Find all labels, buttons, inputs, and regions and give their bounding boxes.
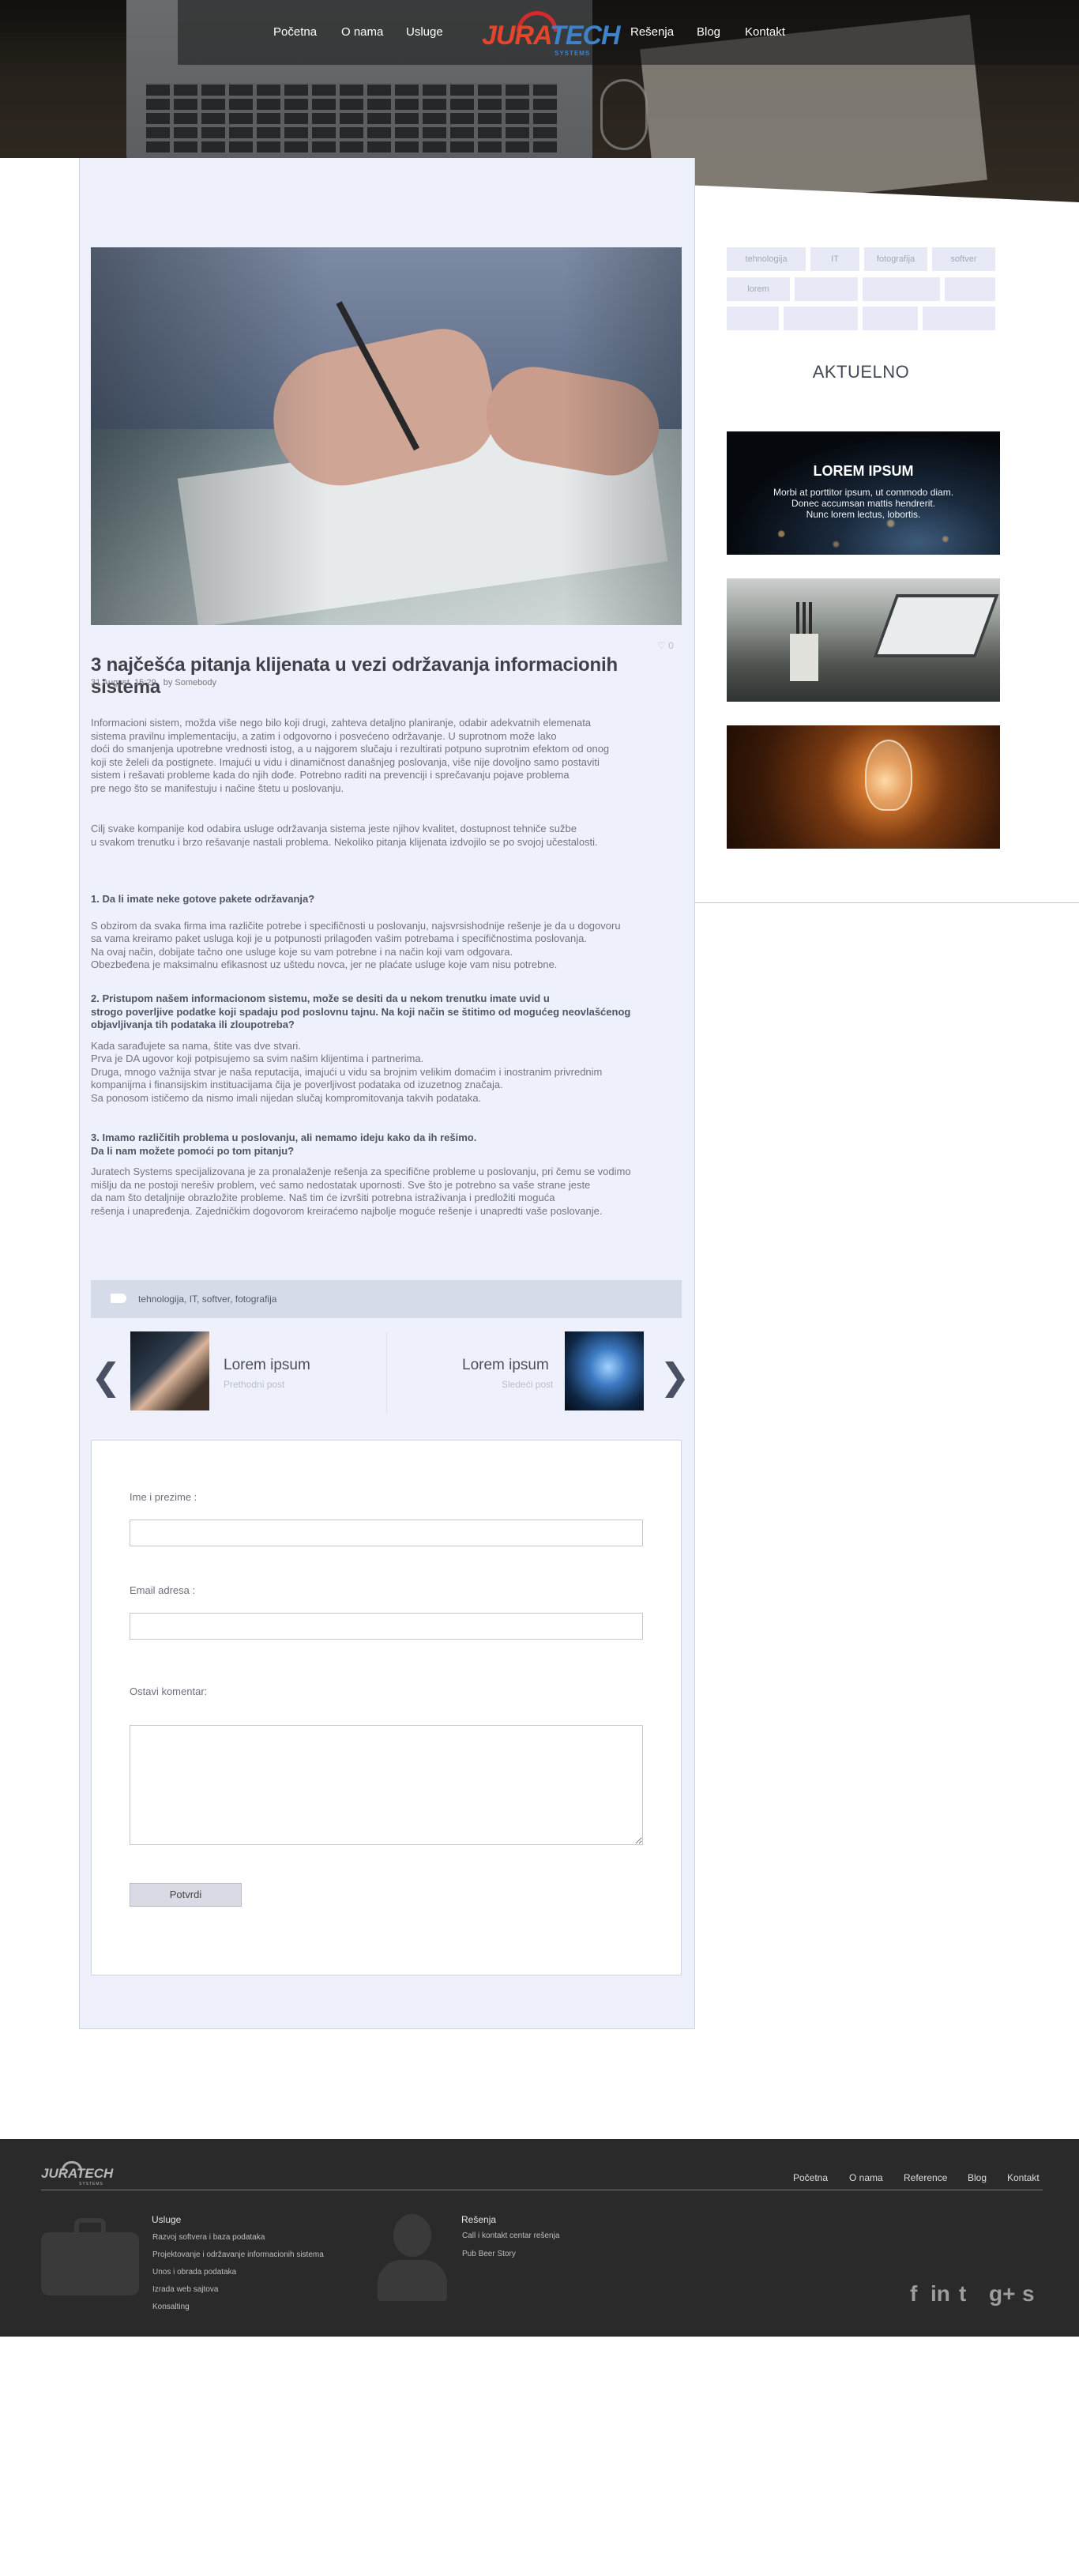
- sidebar-tag[interactable]: softver: [932, 247, 995, 271]
- featured-card-title: LOREM IPSUM: [813, 463, 914, 479]
- footer-nav-pocetna[interactable]: Početna: [793, 2172, 828, 2183]
- comment-count: ♡ 0: [657, 640, 674, 651]
- name-label: Ime i prezime :: [130, 1491, 197, 1503]
- question-2: 2. Pristupom našem informacionom sistemu…: [91, 992, 707, 1105]
- sidebar-tag[interactable]: [923, 307, 995, 330]
- briefcase-icon: [41, 2218, 139, 2297]
- site-footer: JURATECH SYSTEMS Početna O nama Referenc…: [0, 2139, 1079, 2337]
- tag-icon: [111, 1294, 126, 1303]
- sidebar-tag[interactable]: [727, 307, 779, 330]
- next-arrow-icon[interactable]: ❯: [660, 1355, 690, 1398]
- next-post-thumbnail[interactable]: [565, 1331, 644, 1410]
- sidebar-divider: [695, 902, 1079, 903]
- next-post-label: Sledeći post: [502, 1379, 554, 1390]
- next-post-title[interactable]: Lorem ipsum: [462, 1357, 549, 1374]
- post-intro: Informacioni sistem, možda više nego bil…: [91, 717, 610, 794]
- nav-blog[interactable]: Blog: [697, 25, 720, 39]
- footer-logo[interactable]: JURATECH SYSTEMS: [41, 2161, 113, 2186]
- sidebar-tag[interactable]: [784, 307, 858, 330]
- question-2-heading: 2. Pristupom našem informacionom sistemu…: [91, 992, 631, 1030]
- post-date: 31 August, 15:29: [91, 678, 156, 687]
- email-label: Email adresa :: [130, 1584, 196, 1596]
- footer-link[interactable]: Pub Beer Story: [462, 2250, 516, 2258]
- facebook-icon[interactable]: f: [910, 2281, 917, 2307]
- logo-tagline: SYSTEMS: [555, 50, 591, 57]
- notebook-image: [873, 594, 999, 657]
- prev-arrow-icon[interactable]: ❮: [91, 1355, 122, 1398]
- question-1-heading: 1. Da li imate neke gotove pakete održav…: [91, 893, 315, 905]
- logo-wordmark: JURATECH: [482, 21, 621, 51]
- sidebar-tag[interactable]: IT: [810, 247, 859, 271]
- post-nav-divider: [386, 1331, 387, 1414]
- lightbulb-image: [865, 740, 912, 811]
- post-tags[interactable]: tehnologija, IT, softver, fotografija: [138, 1294, 276, 1305]
- footer-nav-reference[interactable]: Reference: [904, 2172, 947, 2183]
- post-meta: 31 August, 15:29 by Somebody: [91, 678, 216, 687]
- name-input[interactable]: [130, 1520, 643, 1546]
- sidebar-tag[interactable]: fotografija: [864, 247, 927, 271]
- nav-usluge[interactable]: Usluge: [406, 25, 443, 39]
- footer-link[interactable]: Izrada web sajtova: [152, 2285, 218, 2294]
- question-3: 3. Imamo različitih problema u poslovanj…: [91, 1132, 707, 1218]
- post-tags-bar: tehnologija, IT, softver, fotografija: [91, 1280, 682, 1318]
- prev-post-label: Prethodni post: [224, 1379, 285, 1390]
- nav-o-nama[interactable]: O nama: [341, 25, 383, 39]
- nav-resenja[interactable]: Rešenja: [630, 25, 674, 39]
- email-input[interactable]: [130, 1613, 643, 1640]
- footer-nav-blog[interactable]: Blog: [968, 2172, 987, 2183]
- sidebar-tag[interactable]: tehnologija: [727, 247, 806, 271]
- footer-link[interactable]: Razvoj softvera i baza podataka: [152, 2233, 265, 2242]
- comment-textarea[interactable]: [130, 1725, 643, 1845]
- post-navigation: ❮ Lorem ipsum Prethodni post Lorem ipsum…: [91, 1324, 690, 1422]
- sidebar-tag[interactable]: lorem: [727, 277, 790, 301]
- sidebar-tag[interactable]: [863, 277, 940, 301]
- footer-link[interactable]: Projektovanje i održavanje informacionih…: [152, 2250, 324, 2259]
- footer-link[interactable]: Unos i obrada podataka: [152, 2268, 236, 2277]
- aktuelno-heading: AKTUELNO: [812, 362, 910, 382]
- sidebar-tag[interactable]: [863, 307, 918, 330]
- prev-post-thumbnail[interactable]: [130, 1331, 209, 1410]
- nav-pocetna[interactable]: Početna: [273, 25, 317, 39]
- news-card-desk[interactable]: [727, 578, 1000, 702]
- site-logo[interactable]: JURATECH SYSTEMS: [482, 8, 621, 57]
- pen-cup-image: [790, 634, 818, 681]
- person-icon: [378, 2214, 447, 2301]
- question-3-heading: 3. Imamo različitih problema u poslovanj…: [91, 1132, 477, 1157]
- skype-icon[interactable]: s: [1022, 2281, 1035, 2307]
- pens-image: [796, 602, 814, 638]
- linkedin-icon[interactable]: in: [930, 2281, 950, 2307]
- page: Početna O nama Usluge JURATECH SYSTEMS R…: [0, 0, 1079, 2576]
- prev-post-title[interactable]: Lorem ipsum: [224, 1357, 310, 1374]
- featured-card[interactable]: LOREM IPSUM Morbi at porttitor ipsum, ut…: [727, 431, 1000, 555]
- post-author: by Somebody: [163, 678, 217, 687]
- comment-label: Ostavi komentar:: [130, 1685, 208, 1697]
- footer-resenja-title: Rešenja: [461, 2214, 497, 2225]
- nav-kontakt[interactable]: Kontakt: [745, 25, 785, 39]
- post-featured-image: [91, 247, 682, 625]
- footer-link[interactable]: Konsalting: [152, 2303, 190, 2311]
- footer-nav-o-nama[interactable]: O nama: [849, 2172, 883, 2183]
- comment-form: Ime i prezime : Email adresa : Ostavi ko…: [91, 1440, 682, 1975]
- footer-usluge-title: Usluge: [152, 2214, 182, 2225]
- post-title: 3 najčešća pitanja klijenata u vezi održ…: [91, 654, 618, 698]
- post-intro-2: Cilj svake kompanije kod odabira usluge …: [91, 823, 598, 848]
- featured-card-text: Morbi at porttitor ipsum, ut commodo dia…: [773, 487, 954, 520]
- sidebar-tag[interactable]: [795, 277, 858, 301]
- submit-button[interactable]: Potvrdi: [130, 1883, 242, 1907]
- footer-nav-kontakt[interactable]: Kontakt: [1007, 2172, 1040, 2183]
- google-plus-icon[interactable]: g+: [989, 2281, 1015, 2307]
- question-1: 1. Da li imate neke gotove pakete održav…: [91, 893, 707, 972]
- twitter-icon[interactable]: t: [959, 2281, 966, 2307]
- sidebar-tag[interactable]: [945, 277, 995, 301]
- footer-link[interactable]: Call i kontakt centar rešenja: [462, 2231, 559, 2240]
- news-card-lightbulb[interactable]: [727, 725, 1000, 849]
